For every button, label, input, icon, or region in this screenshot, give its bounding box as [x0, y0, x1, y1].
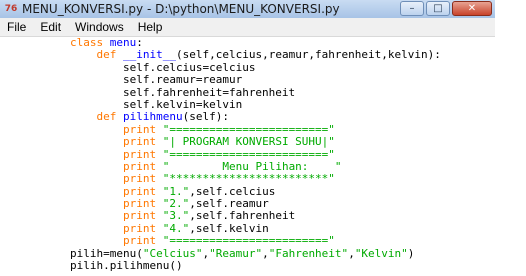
code-editor[interactable]: class menu: def __init__(self,celcius,re… — [0, 36, 494, 276]
code-token: print — [122, 234, 157, 248]
minimize-button[interactable]: – — [400, 1, 424, 16]
code-token: print — [122, 209, 157, 223]
code-token: ,self.reamur — [189, 197, 269, 211]
code-token: (self,celcius,reamur,fahrenheit,kelvin): — [175, 48, 441, 62]
title-bar[interactable]: 76 MENU_KONVERSI.py - D:\python\MENU_KON… — [0, 0, 496, 19]
code-token: menu — [109, 36, 137, 49]
code-token: (self): — [182, 110, 229, 124]
code-token: def — [96, 110, 117, 124]
maximize-button[interactable]: □ — [426, 1, 450, 16]
code-token: pilih=menu( — [70, 246, 143, 260]
code-token: "1." — [162, 184, 190, 198]
code-token: , — [348, 246, 355, 260]
window-controls: – □ ✕ — [400, 1, 492, 17]
code-token: pilih.pilihmenu() — [70, 259, 183, 273]
code-token: " Menu Pilihan: " — [162, 159, 342, 173]
code-token: "Celcius" — [142, 246, 203, 260]
idle-editor-window: 76 MENU_KONVERSI.py - D:\python\MENU_KON… — [0, 0, 496, 276]
code-token: "Kelvin" — [354, 246, 408, 260]
python-app-icon: 76 — [4, 4, 18, 14]
code-token: print — [122, 135, 157, 149]
code-token: "Reamur" — [209, 246, 263, 260]
code-token: print — [122, 197, 157, 211]
menu-help[interactable]: Help — [131, 18, 170, 36]
code-line[interactable]: pilih.pilihmenu() — [70, 259, 441, 273]
code-token: print — [122, 122, 157, 136]
code-token: "2." — [162, 197, 190, 211]
code-token: "========================" — [162, 122, 335, 136]
code-token: self.celcius=celcius — [122, 60, 256, 74]
code-token: print — [122, 147, 157, 161]
code-token: ,self.kelvin — [189, 221, 269, 235]
code-token: , — [262, 246, 269, 260]
menu-windows[interactable]: Windows — [68, 18, 131, 36]
background-area — [495, 0, 526, 276]
menu-file[interactable]: File — [0, 18, 33, 36]
code-token: pilihmenu — [123, 110, 183, 124]
window-title: MENU_KONVERSI.py - D:\python\MENU_KONVER… — [22, 2, 340, 16]
close-button[interactable]: ✕ — [452, 1, 492, 16]
code-token: "************************" — [162, 172, 335, 186]
code-token: self.kelvin=kelvin — [122, 97, 243, 111]
code-token: def — [96, 48, 117, 62]
code-token: ,self.fahrenheit — [189, 209, 296, 223]
code-token: "Fahrenheit" — [268, 246, 349, 260]
code-token: print — [122, 172, 157, 186]
code-token: self.fahrenheit=fahrenheit — [122, 85, 296, 99]
code-token: self.reamur=reamur — [122, 73, 243, 87]
code-token: "========================" — [162, 147, 335, 161]
code-token: print — [122, 184, 157, 198]
code-token: print — [122, 221, 157, 235]
code-token: "| PROGRAM KONVERSI SUHU|" — [162, 135, 335, 149]
code-token: "========================" — [162, 234, 335, 248]
code-token: : — [136, 36, 143, 49]
code-token: "4." — [162, 221, 190, 235]
code-token: "3." — [162, 209, 190, 223]
code-token: ,self.celcius — [189, 184, 276, 198]
menu-bar: File Edit Windows Help — [0, 18, 496, 37]
code-token: print — [122, 159, 157, 173]
code-text[interactable]: class menu: def __init__(self,celcius,re… — [70, 36, 441, 273]
code-token: ) — [407, 246, 415, 260]
code-token: class — [70, 36, 104, 49]
menu-edit[interactable]: Edit — [33, 18, 68, 36]
code-token: __init__ — [123, 48, 176, 62]
